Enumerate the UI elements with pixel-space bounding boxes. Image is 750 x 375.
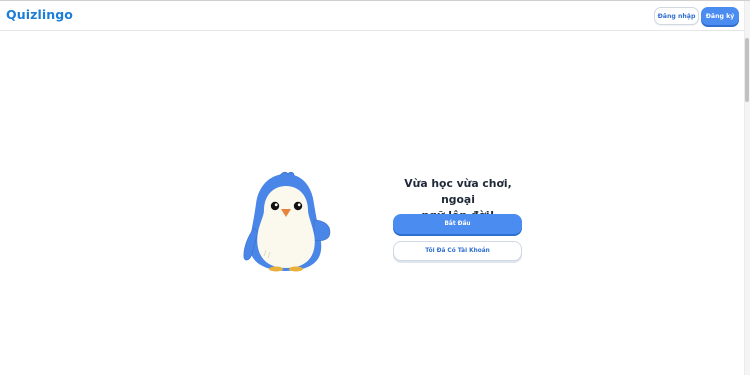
have-account-button[interactable]: Tôi Đã Có Tài Khoản <box>393 241 522 261</box>
top-navbar: Quizlingo Đăng nhập Đăng ký <box>0 1 744 31</box>
hero-heading-line1: Vừa học vừa chơi, ngoại <box>404 177 512 206</box>
scrollbar-thumb[interactable] <box>745 38 749 102</box>
login-button[interactable]: Đăng nhập <box>654 7 699 25</box>
penguin-mascot-icon <box>243 171 331 272</box>
start-button[interactable]: Bắt Đầu <box>393 214 522 234</box>
logo[interactable]: Quizlingo <box>6 7 73 22</box>
register-button[interactable]: Đăng ký <box>701 7 739 25</box>
